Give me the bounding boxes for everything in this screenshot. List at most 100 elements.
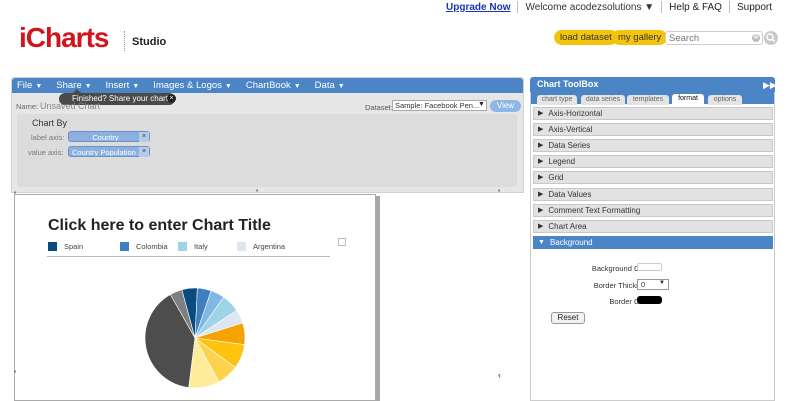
triangle-right-icon: ▶ bbox=[538, 110, 544, 117]
triangle-right-icon: ▶ bbox=[538, 158, 544, 166]
view-button[interactable]: View bbox=[490, 100, 521, 112]
tab-templates[interactable]: templates bbox=[627, 95, 669, 105]
user-menu[interactable]: Welcome acodezsolutions ▼ bbox=[525, 2, 654, 13]
dataset-select[interactable]: Sample: Facebook Pen... bbox=[392, 100, 487, 111]
section-label: Comment Text Formatting bbox=[548, 205, 641, 215]
icharts-logo[interactable]: iCharts bbox=[19, 23, 109, 53]
legend-label: Italy bbox=[194, 242, 208, 251]
tab-options[interactable]: options bbox=[708, 95, 742, 105]
triangle-right-icon: ▶ bbox=[538, 142, 544, 150]
product-name: Studio bbox=[132, 36, 167, 48]
legend-label: Spain bbox=[64, 242, 84, 251]
legend-resize-handle[interactable] bbox=[338, 238, 346, 246]
menu-label: File bbox=[17, 80, 33, 91]
top-nav: Upgrade Now Welcome acodezsolutions ▼ He… bbox=[446, 0, 772, 14]
tab-data-series[interactable]: data series bbox=[581, 95, 625, 105]
resize-handle-top-left[interactable]: ˚ bbox=[14, 191, 17, 200]
chevron-down-icon: ▼ bbox=[132, 83, 140, 90]
legend-swatch bbox=[48, 242, 57, 251]
support-link[interactable]: Support bbox=[737, 2, 772, 13]
load-dataset-button[interactable]: load dataset bbox=[554, 30, 618, 45]
triangle-down-icon: ▼ bbox=[538, 238, 545, 246]
triangle-right-icon: ▶ bbox=[538, 126, 544, 134]
legend-swatch bbox=[178, 242, 187, 251]
section-data-values[interactable]: ▶ Data Values bbox=[533, 187, 773, 201]
logo-divider bbox=[124, 31, 125, 51]
label-axis-field[interactable]: Country bbox=[68, 131, 150, 142]
section-background[interactable]: ▼ Background bbox=[533, 235, 773, 249]
nav-divider bbox=[728, 1, 730, 13]
border-color-picker[interactable] bbox=[637, 296, 662, 304]
section-legend[interactable]: ▶ Legend bbox=[533, 155, 773, 169]
section-comment-text-formatting[interactable]: ▶ Comment Text Formatting bbox=[533, 203, 773, 217]
chevron-down-icon: ▼ bbox=[293, 83, 301, 90]
chevron-down-icon: ▼ bbox=[35, 83, 43, 90]
section-label: Background bbox=[549, 237, 593, 247]
canvas-shadow bbox=[376, 196, 380, 401]
section-grid[interactable]: ▶ Grid bbox=[533, 171, 773, 185]
menu-label: Insert bbox=[105, 80, 130, 91]
nav-divider bbox=[661, 1, 663, 13]
menu-label: Images & Logos bbox=[153, 80, 222, 91]
chevron-down-icon: ▼ bbox=[84, 83, 92, 90]
section-axis-vertical[interactable]: ▶ Axis-Vertical bbox=[533, 123, 773, 137]
value-axis-label: value axis: bbox=[28, 148, 64, 157]
pie-chart[interactable] bbox=[140, 283, 250, 393]
help-faq-link[interactable]: Help & FAQ bbox=[669, 2, 722, 13]
tab-format[interactable]: format bbox=[672, 94, 704, 105]
section-label: Data Series bbox=[548, 141, 591, 151]
resize-handle-top-right[interactable]: ˚ bbox=[498, 189, 501, 198]
section-chart-area[interactable]: ▶ Chart Area bbox=[533, 219, 773, 233]
chevron-down-icon: ▼ bbox=[337, 83, 345, 90]
search-input[interactable] bbox=[665, 31, 763, 45]
menu-insert[interactable]: Insert ▼ bbox=[106, 80, 140, 91]
legend-item[interactable]: Spain bbox=[48, 242, 83, 251]
chart-title[interactable]: Click here to enter Chart Title bbox=[48, 217, 271, 235]
chart-name-input[interactable]: Unsaved Chart bbox=[40, 101, 100, 111]
tab-chart-type[interactable]: chart type bbox=[537, 95, 577, 105]
scroll-left-icon[interactable]: ‹ bbox=[498, 370, 501, 380]
section-label: Chart Area bbox=[548, 221, 587, 231]
label-axis-label: label axis: bbox=[31, 133, 65, 142]
toolbox-title: Chart ToolBox bbox=[530, 77, 775, 92]
section-data-series[interactable]: ▶ Data Series bbox=[533, 139, 773, 153]
reset-button[interactable]: Reset bbox=[551, 312, 585, 324]
menu-file[interactable]: File ▼ bbox=[17, 80, 42, 91]
chevron-down-icon: ▼ bbox=[224, 83, 232, 90]
legend-item[interactable]: Colombia bbox=[120, 242, 168, 251]
menu-data[interactable]: Data ▼ bbox=[315, 80, 345, 91]
close-tooltip-icon[interactable]: × bbox=[167, 94, 176, 103]
search-icon[interactable] bbox=[764, 31, 778, 45]
collapse-toolbox-icon[interactable]: ▶▶ bbox=[763, 80, 777, 91]
my-gallery-button[interactable]: my gallery bbox=[612, 30, 668, 45]
section-label: Data Values bbox=[548, 189, 592, 199]
upgrade-link[interactable]: Upgrade Now bbox=[446, 2, 510, 13]
legend-label: Argentina bbox=[253, 242, 286, 251]
remove-label-axis-icon[interactable]: × bbox=[139, 132, 149, 142]
legend-item[interactable]: Argentina bbox=[237, 242, 285, 251]
menu-bar: File ▼ Share ▼ Insert ▼ Images & Logos ▼ ChartBo… bbox=[12, 78, 523, 93]
chart-by-title: Chart By bbox=[32, 118, 68, 128]
nav-divider bbox=[517, 1, 519, 13]
clear-search-icon[interactable]: ⊗ bbox=[752, 34, 760, 42]
triangle-right-icon: ▶ bbox=[538, 206, 544, 214]
legend-item[interactable]: Italy bbox=[178, 242, 208, 251]
section-label: Grid bbox=[548, 173, 564, 183]
triangle-right-icon: ▶ bbox=[538, 190, 544, 198]
legend-underline bbox=[47, 256, 330, 257]
triangle-right-icon: ▶ bbox=[538, 174, 544, 182]
background-color-picker[interactable] bbox=[637, 263, 662, 271]
section-axis-horizontal[interactable]: ▶ Axis-Horizontal bbox=[533, 107, 773, 120]
menu-images-logos[interactable]: Images & Logos ▼ bbox=[153, 80, 232, 91]
menu-label: Data bbox=[314, 80, 335, 91]
legend-swatch bbox=[237, 242, 246, 251]
resize-handle-top[interactable]: ˚ bbox=[256, 189, 259, 198]
value-axis-field[interactable]: Country Population ... bbox=[68, 146, 150, 157]
triangle-right-icon: ▶ bbox=[538, 222, 544, 230]
remove-value-axis-icon[interactable]: × bbox=[139, 147, 149, 157]
chevron-down-icon: ▼ bbox=[659, 280, 665, 286]
menu-chartbook[interactable]: ChartBook ▼ bbox=[246, 80, 301, 91]
legend-swatch bbox=[120, 242, 129, 251]
resize-handle-left[interactable]: ˚ bbox=[14, 370, 17, 379]
section-label: Legend bbox=[548, 157, 576, 167]
